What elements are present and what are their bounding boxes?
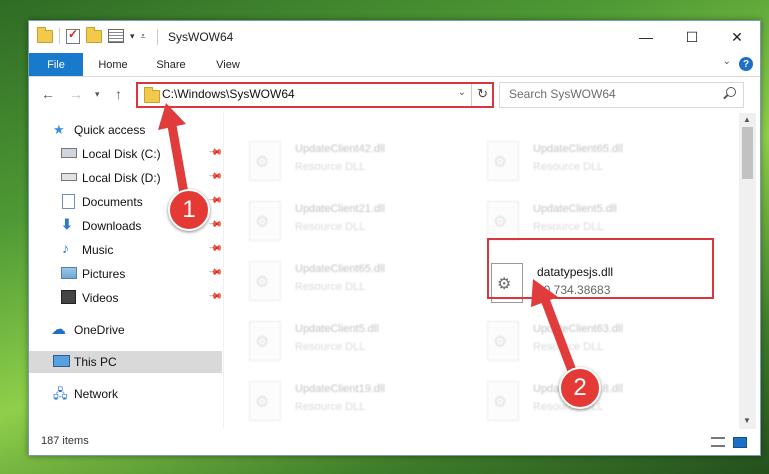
arrow-1-head xyxy=(158,103,186,130)
step-1-badge: 1 xyxy=(168,189,210,231)
annotation-arrows xyxy=(158,103,582,389)
step-2-badge: 2 xyxy=(559,367,601,409)
